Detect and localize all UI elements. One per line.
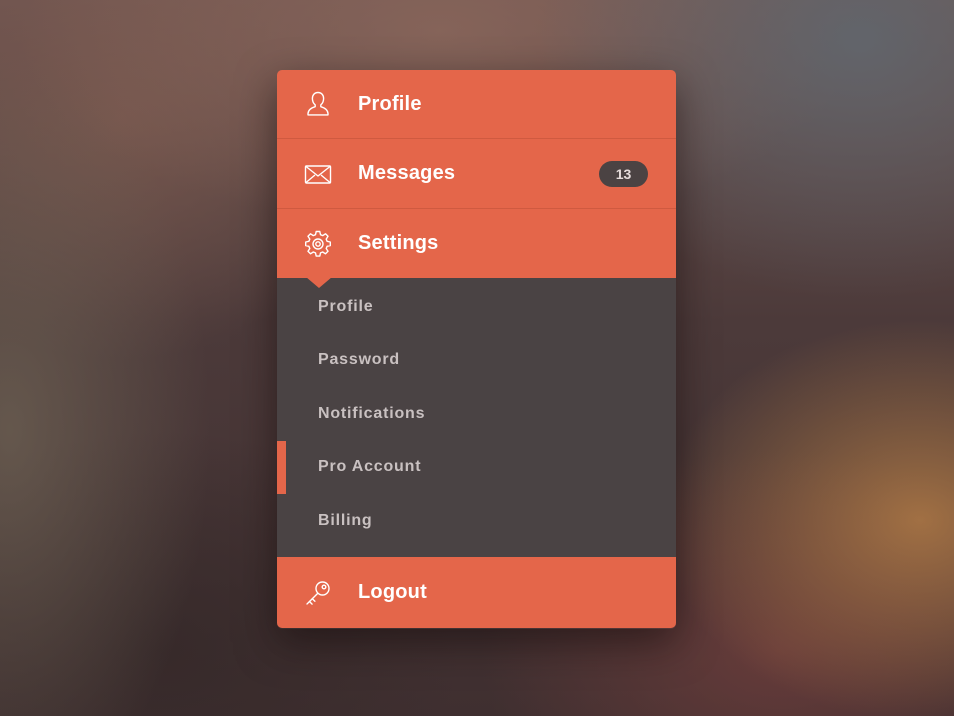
- submenu-item-profile[interactable]: Profile: [277, 280, 676, 334]
- menu-item-settings[interactable]: Settings: [277, 208, 676, 278]
- navigation-menu: Profile Messages 13 Settings Profile Pas…: [277, 70, 676, 629]
- settings-submenu: Profile Password Notifications Pro Accou…: [277, 277, 676, 557]
- menu-item-label: Messages: [358, 162, 456, 184]
- submenu-item-label: Pro Account: [318, 458, 422, 476]
- envelope-icon: [303, 159, 333, 189]
- menu-item-messages[interactable]: Messages 13: [277, 138, 676, 208]
- key-icon: [303, 578, 333, 608]
- menu-item-label: Profile: [358, 92, 422, 115]
- logout-button[interactable]: Logout: [277, 557, 676, 628]
- user-icon: [303, 89, 333, 119]
- submenu-item-label: Profile: [318, 297, 374, 315]
- logout-label: Logout: [358, 581, 427, 603]
- message-count-badge: 13: [599, 160, 648, 187]
- submenu-item-label: Notifications: [318, 404, 426, 422]
- submenu-item-billing[interactable]: Billing: [277, 494, 676, 548]
- submenu-item-label: Billing: [318, 511, 373, 529]
- gear-icon: [303, 229, 333, 259]
- submenu-item-pro-account[interactable]: Pro Account: [277, 440, 676, 495]
- submenu-item-label: Password: [318, 351, 400, 369]
- submenu-item-notifications[interactable]: Notifications: [277, 387, 676, 441]
- menu-item-label: Settings: [358, 232, 439, 254]
- menu-item-profile[interactable]: Profile: [277, 70, 676, 138]
- submenu-item-password[interactable]: Password: [277, 334, 676, 388]
